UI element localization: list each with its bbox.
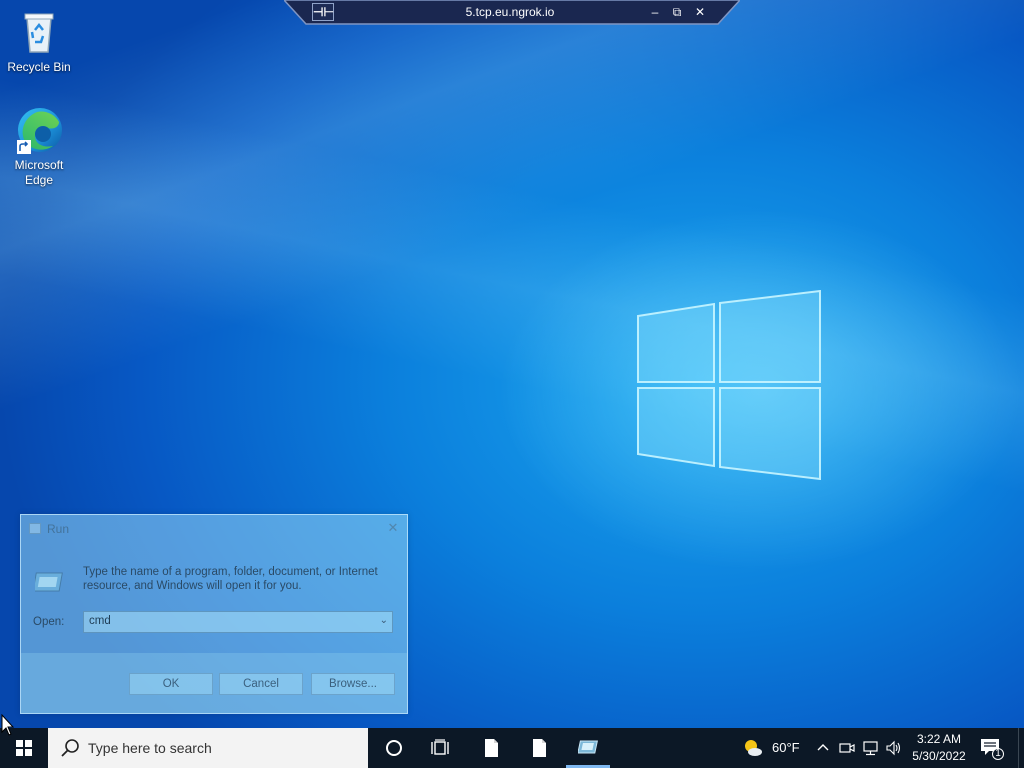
cortana-icon (386, 740, 402, 756)
network-button[interactable] (862, 738, 880, 758)
run-app-icon (578, 740, 598, 754)
search-icon (61, 739, 79, 757)
chevron-down-icon[interactable]: ⌄ (380, 615, 388, 626)
remote-minimize-button[interactable]: – (646, 3, 664, 21)
run-description: Type the name of a program, folder, docu… (83, 566, 378, 592)
taskbar-file-1[interactable] (467, 728, 515, 768)
taskbar-run-app[interactable] (564, 728, 612, 768)
remote-host-title: 5.tcp.eu.ngrok.io (465, 5, 555, 19)
weather-temp: 60°F (772, 740, 800, 755)
notification-center-button[interactable]: 1 (978, 736, 1008, 762)
edge-icon (15, 106, 63, 154)
open-combobox[interactable]: cmd ⌄ (83, 611, 393, 633)
ok-button[interactable]: OK (129, 673, 213, 695)
taskbar-search-box[interactable]: Type here to search (48, 728, 368, 768)
speaker-icon (886, 740, 901, 756)
taskbar-file-2[interactable] (515, 728, 563, 768)
run-app-icon (35, 572, 63, 592)
camera-icon (839, 743, 855, 753)
file-icon (533, 739, 546, 757)
tray-chevron[interactable] (814, 738, 832, 758)
run-title-icon (29, 523, 41, 534)
chevron-up-icon (817, 744, 829, 751)
desktop-icon-microsoft-edge[interactable]: Microsoft Edge (1, 106, 77, 188)
edge-label-line1: Microsoft (14, 158, 64, 172)
recycle-bin-icon (15, 8, 63, 56)
file-icon (485, 739, 498, 757)
run-title-bar[interactable]: Run ✕ (21, 515, 407, 543)
taskbar: Type here to search 60°F 3:22 AM 5/30/20… (0, 728, 1024, 768)
browse-button[interactable]: Browse... (311, 673, 395, 695)
edge-label-line2: Edge (24, 173, 54, 187)
desktop-icon-recycle-bin[interactable]: Recycle Bin (1, 8, 77, 75)
windows-logo-wallpaper (637, 290, 821, 480)
weather-widget[interactable]: 60°F (740, 728, 804, 768)
run-title: Run (47, 522, 70, 536)
run-close-button[interactable]: ✕ (385, 520, 401, 536)
cortana-button[interactable] (370, 728, 418, 768)
clock-date: 5/30/2022 (912, 749, 966, 763)
open-label: Open: (33, 616, 65, 628)
clock-time: 3:22 AM (916, 732, 962, 746)
task-view-button[interactable] (416, 728, 464, 768)
volume-button[interactable] (884, 738, 904, 758)
pin-button[interactable]: ⊣⊢ (312, 3, 334, 21)
remote-close-button[interactable]: ✕ (691, 3, 709, 21)
notification-count: 1 (995, 748, 1001, 759)
cancel-button[interactable]: Cancel (219, 673, 303, 695)
task-view-icon (431, 739, 449, 755)
recycle-bin-label: Recycle Bin (7, 60, 71, 74)
partly-sunny-icon (745, 740, 762, 756)
remote-restore-button[interactable]: ⧉ (668, 3, 686, 21)
shortcut-arrow-icon (17, 140, 31, 154)
clock[interactable]: 3:22 AM 5/30/2022 (906, 731, 972, 765)
show-desktop-button[interactable] (1018, 728, 1024, 768)
run-dialog[interactable]: Run ✕ Type the name of a program, folder… (20, 514, 408, 714)
network-icon (863, 741, 878, 756)
search-placeholder: Type here to search (88, 740, 212, 756)
meet-now-button[interactable] (838, 738, 856, 758)
mouse-cursor-icon (1, 714, 15, 736)
open-input-value[interactable]: cmd (89, 615, 111, 627)
